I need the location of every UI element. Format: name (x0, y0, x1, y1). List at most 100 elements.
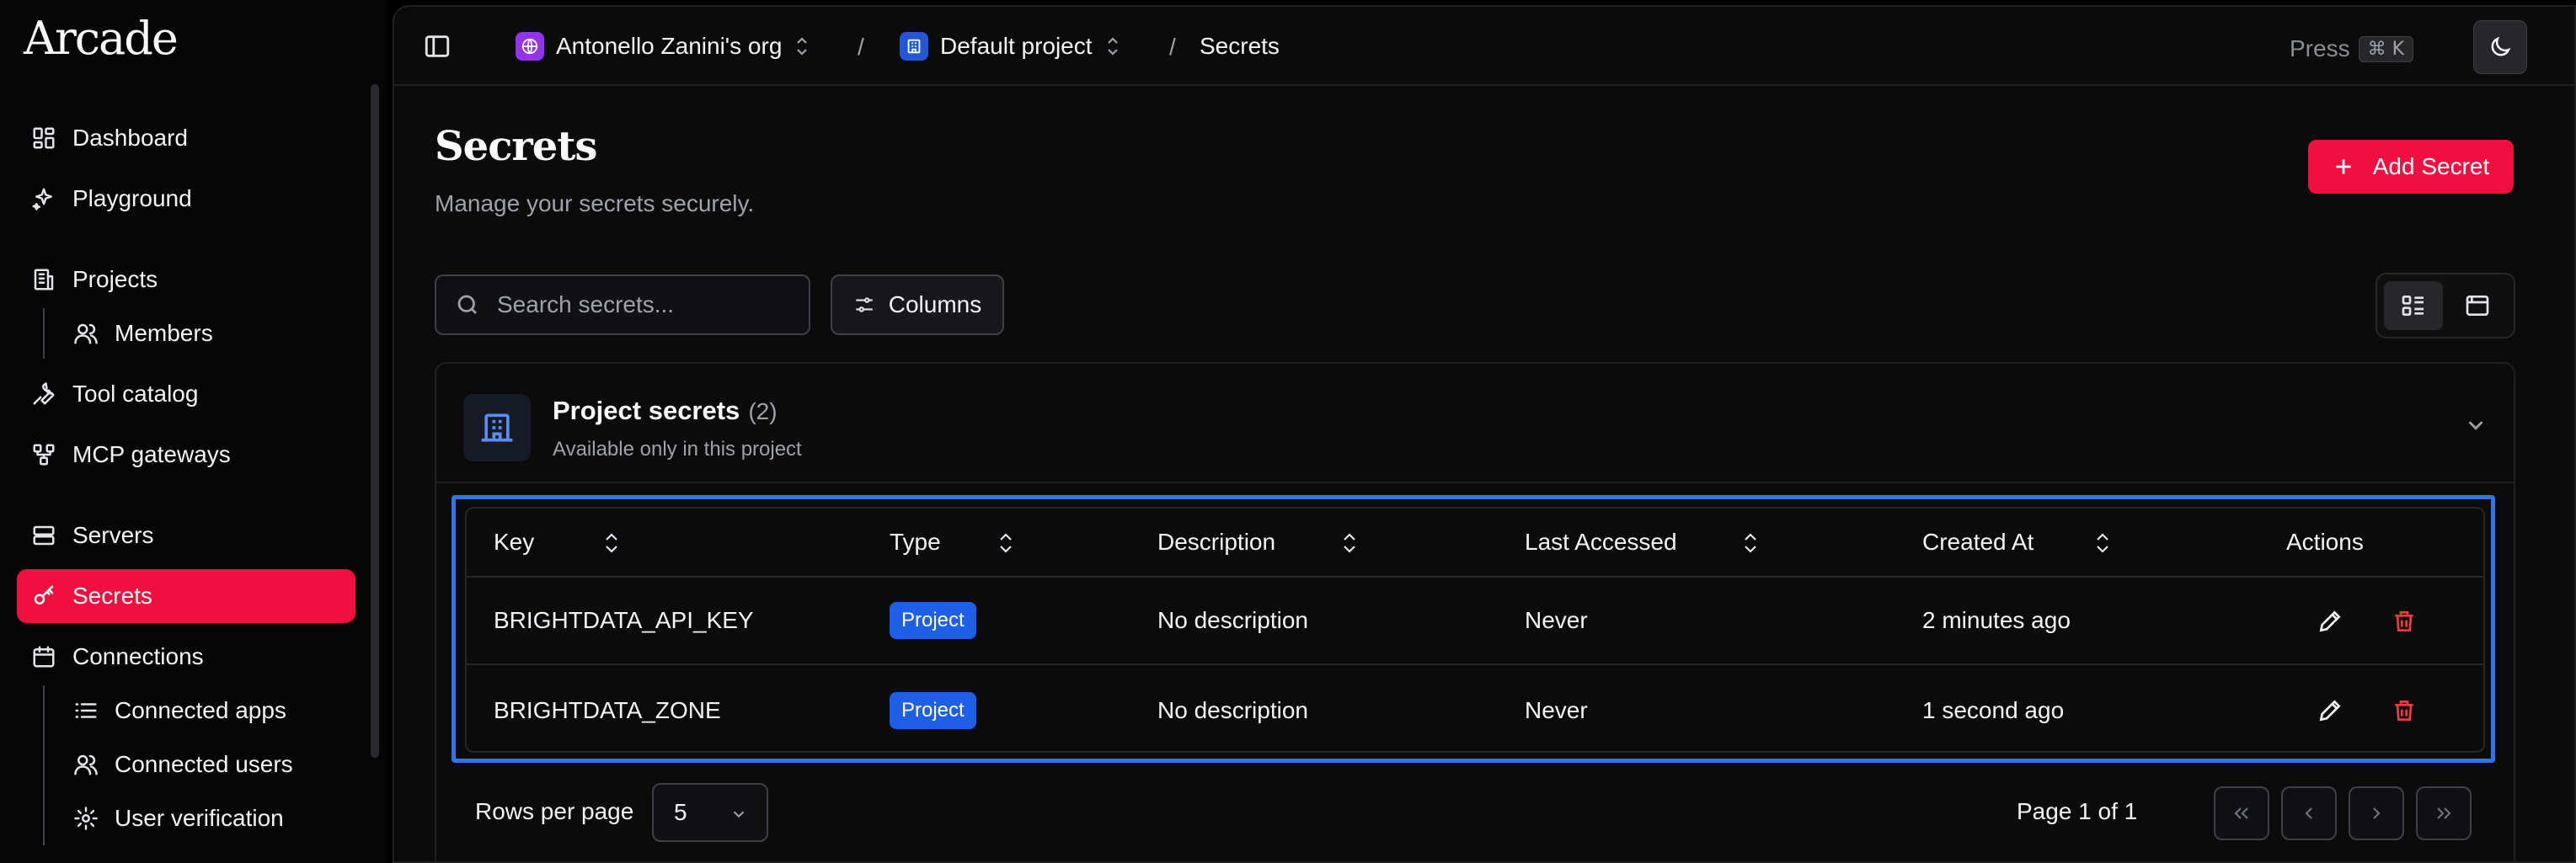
breadcrumb-separator: / (1169, 34, 1176, 60)
section-count: (2) (748, 398, 778, 424)
table-row[interactable]: BRIGHTDATA_ZONE Project No description N… (467, 667, 2483, 754)
edit-icon[interactable] (2313, 694, 2347, 727)
tree-line (43, 685, 45, 845)
dashboard-icon (30, 125, 57, 152)
description-cell: No description (1157, 697, 1308, 723)
section-subtitle: Available only in this project (553, 438, 802, 461)
globe-icon (516, 32, 544, 61)
sort-icon (601, 530, 622, 556)
arcade-logo[interactable]: Arcade (24, 12, 179, 65)
previous-page-button[interactable] (2281, 786, 2337, 840)
type-badge: Project (890, 602, 976, 639)
sidebar-item-label: Members (115, 320, 213, 346)
building-icon (900, 32, 928, 61)
sidebar-item-mcp-gateways[interactable]: MCP gateways (17, 428, 355, 482)
view-toggle (2376, 273, 2515, 338)
sidebar-item-label: Secrets (72, 583, 152, 609)
sidebar-item-tool-catalog[interactable]: Tool catalog (17, 367, 355, 421)
sliders-icon (853, 294, 889, 316)
sidebar-item-secrets[interactable]: Secrets (17, 569, 355, 623)
columns-button[interactable]: Columns (831, 274, 1004, 335)
sidebar-scrollbar[interactable] (371, 84, 379, 758)
edit-icon[interactable] (2313, 605, 2347, 638)
tree-line (43, 308, 45, 359)
card-view-button[interactable] (2448, 281, 2507, 330)
add-secret-button[interactable]: Add Secret (2308, 140, 2514, 194)
sidebar-item-user-verification[interactable]: User verification (59, 791, 354, 845)
sidebar-item-label: Dashboard (72, 125, 188, 151)
column-header-description[interactable]: Description (1157, 509, 1410, 576)
next-page-button[interactable] (2349, 786, 2404, 840)
trash-icon[interactable] (2387, 694, 2421, 727)
first-page-button[interactable] (2214, 786, 2269, 840)
column-header-type[interactable]: Type (890, 509, 1058, 576)
chevrons-right-icon (2434, 803, 2454, 823)
server-icon (30, 522, 57, 549)
chevron-updown-icon (1104, 35, 1121, 58)
sidebar-item-projects[interactable]: Projects (17, 253, 355, 306)
sparkles-icon (30, 185, 57, 212)
key-icon (30, 583, 57, 610)
column-header-label: Description (1157, 529, 1276, 555)
sidebar-item-servers[interactable]: Servers (17, 509, 355, 562)
columns-label: Columns (888, 291, 982, 317)
type-cell: Project (890, 667, 976, 754)
sidebar-item-connected-apps[interactable]: Connected apps (59, 684, 354, 738)
secret-key: BRIGHTDATA_ZONE (494, 697, 721, 723)
chevron-right-icon (2366, 803, 2386, 823)
breadcrumb-project-label: Default project (940, 33, 1093, 59)
page-title: Secrets (435, 123, 597, 170)
search-field[interactable] (435, 274, 810, 335)
network-icon (30, 441, 57, 468)
column-header-label: Key (494, 529, 535, 555)
sort-icon (2092, 530, 2113, 556)
chevrons-left-icon (2231, 803, 2252, 823)
secret-key: BRIGHTDATA_API_KEY (494, 607, 754, 633)
building-icon (30, 266, 57, 293)
column-header-label: Created At (1922, 529, 2034, 555)
rows-per-page-value: 5 (674, 799, 687, 825)
wrench-icon (30, 381, 57, 408)
list-view-button[interactable] (2384, 281, 2443, 330)
topbar: Antonello Zanini's org / Default project… (394, 7, 2574, 86)
description-cell: No description (1157, 607, 1308, 633)
column-header-created-at[interactable]: Created At (1922, 509, 2175, 576)
sidebar-item-connected-users[interactable]: Connected users (59, 738, 354, 791)
column-header-label: Last Accessed (1525, 529, 1677, 555)
breadcrumb-org[interactable]: Antonello Zanini's org (516, 25, 810, 67)
trash-icon[interactable] (2387, 605, 2421, 638)
table-header-row: Key Type Description Last Accessed Creat… (467, 509, 2483, 578)
command-palette-hint[interactable]: Press ⌘ K (2290, 35, 2413, 62)
section-title: Project secrets (2) (553, 396, 778, 426)
column-header-key[interactable]: Key (494, 509, 662, 576)
sidebar-toggle-icon[interactable] (423, 32, 452, 61)
column-header-label: Type (890, 529, 941, 555)
search-input[interactable] (497, 291, 800, 318)
breadcrumb-project[interactable]: Default project (900, 25, 1121, 67)
sidebar-item-label: Projects (72, 266, 158, 292)
search-icon (455, 292, 480, 317)
sidebar-item-dashboard[interactable]: Dashboard (17, 111, 355, 165)
type-cell: Project (890, 578, 976, 663)
sidebar-item-connections[interactable]: Connections (17, 630, 355, 684)
table-row[interactable]: BRIGHTDATA_API_KEY Project No descriptio… (467, 578, 2483, 665)
last-page-button[interactable] (2416, 786, 2472, 840)
sidebar-item-playground[interactable]: Playground (17, 172, 355, 226)
sort-icon (1339, 530, 1360, 556)
breadcrumb-page: Secrets (1200, 25, 1280, 67)
breadcrumb-separator: / (858, 34, 864, 60)
rows-per-page-select[interactable]: 5 (652, 783, 768, 842)
building-icon (463, 394, 531, 461)
sidebar-item-members[interactable]: Members (59, 306, 354, 360)
page-info: Page 1 of 1 (2017, 798, 2138, 824)
sidebar: Arcade Dashboard Playground Projects Mem… (0, 0, 387, 863)
chevron-down-icon[interactable] (2463, 413, 2488, 438)
project-secrets-header[interactable]: Project secrets (2) Available only in thi… (436, 364, 2514, 483)
theme-toggle-button[interactable] (2473, 20, 2527, 74)
sort-icon (996, 530, 1016, 556)
column-header-last-accessed[interactable]: Last Accessed (1525, 509, 1794, 576)
secrets-table: Key Type Description Last Accessed Creat… (465, 507, 2485, 753)
plus-icon (2333, 156, 2373, 178)
section-title-text: Project secrets (553, 396, 740, 425)
type-badge: Project (890, 692, 976, 729)
